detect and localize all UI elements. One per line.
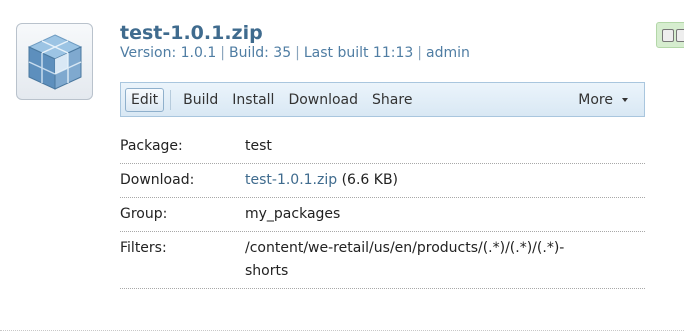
package-icon — [16, 23, 93, 100]
download-link[interactable]: test-1.0.1.zip — [245, 172, 337, 188]
chevron-down-icon — [622, 97, 628, 102]
toolbar-divider — [170, 89, 172, 110]
more-label: More — [578, 91, 613, 108]
package-toolbar: Edit Build Install Download Share More — [120, 82, 645, 117]
package-label: Package: — [120, 138, 183, 154]
package-title[interactable]: test-1.0.1.zip — [120, 22, 263, 44]
build-text: Build: 35 — [229, 45, 292, 61]
filters-value-line1: /content/we-retail/us/en/products/(.*)/(… — [245, 240, 565, 256]
meta-separator: | — [417, 45, 422, 61]
view-toggle[interactable] — [656, 22, 684, 48]
package-meta: Version: 1.0.1 | Build: 35 | Last built 11:1… — [120, 45, 470, 61]
checkbox-icon — [676, 29, 684, 42]
download-label: Download: — [120, 172, 195, 188]
version-text: Version: 1.0.1 — [120, 45, 217, 61]
package-cube-icon — [27, 34, 83, 90]
more-button[interactable]: More — [572, 88, 638, 112]
last-built-text: Last built 11:13 — [303, 45, 414, 61]
package-details: Package: test Download: test-1.0.1.zip (… — [120, 130, 645, 289]
filters-label: Filters: — [120, 240, 167, 256]
detail-row-download: Download: test-1.0.1.zip (6.6 KB) — [120, 164, 645, 198]
download-value: test-1.0.1.zip (6.6 KB) — [245, 169, 645, 192]
user-link[interactable]: admin — [426, 45, 470, 61]
group-value: my_packages — [245, 206, 341, 222]
share-button[interactable]: Share — [366, 88, 418, 112]
download-size: (6.6 KB) — [341, 172, 399, 188]
build-button[interactable]: Build — [177, 88, 224, 112]
meta-separator: | — [295, 45, 300, 61]
checkbox-icon — [662, 29, 674, 42]
edit-button[interactable]: Edit — [125, 87, 165, 112]
filters-value-line2: shorts — [245, 263, 289, 279]
detail-row-filters: Filters: /content/we-retail/us/en/produc… — [120, 232, 645, 289]
filters-value: /content/we-retail/us/en/products/(.*)/(… — [245, 237, 645, 283]
download-button[interactable]: Download — [282, 88, 364, 112]
detail-row-group: Group: my_packages — [120, 198, 645, 232]
divider — [0, 330, 684, 331]
install-button[interactable]: Install — [226, 88, 280, 112]
group-label: Group: — [120, 206, 168, 222]
package-value: test — [245, 138, 272, 154]
detail-row-package: Package: test — [120, 130, 645, 164]
meta-separator: | — [220, 45, 225, 61]
